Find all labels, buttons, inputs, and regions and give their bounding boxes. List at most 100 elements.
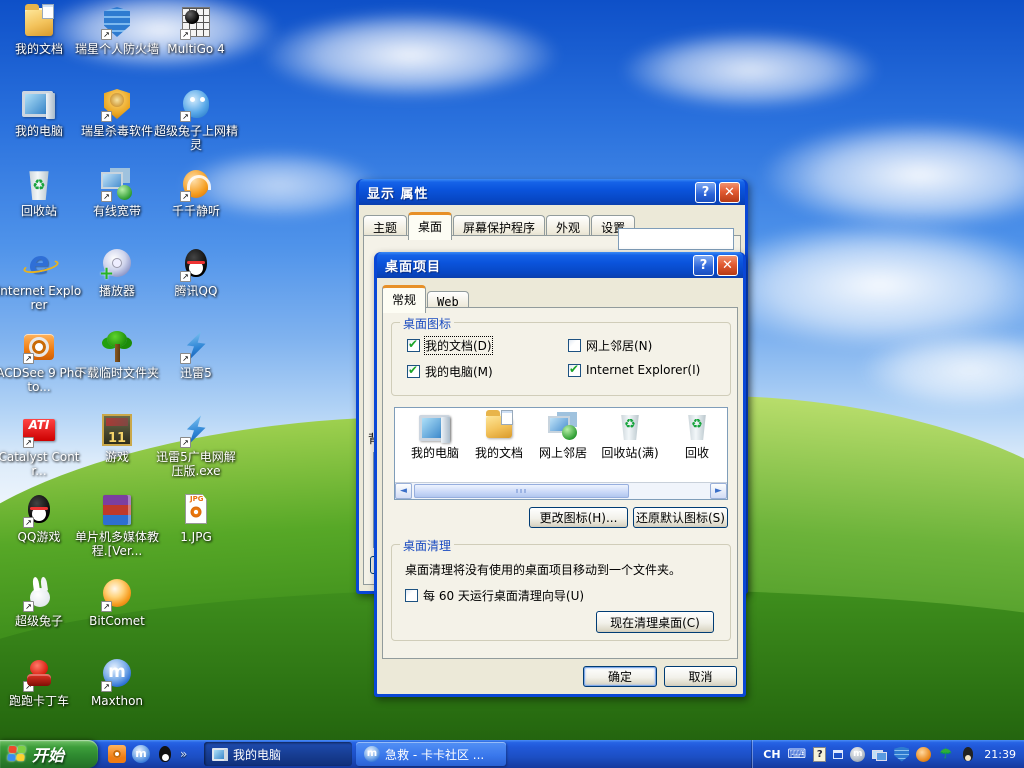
partial-white-box	[618, 228, 734, 250]
desktop-icon-internet-explorer[interactable]: e Internet Explorer	[0, 246, 82, 313]
keyboard-icon[interactable]: ⌨	[788, 747, 807, 762]
desktop-icon-maxthon[interactable]: m ↗ Maxthon	[74, 658, 160, 708]
desktop-icon-super-rabbit-magic[interactable]: ↗ 超级兔子上网精灵	[153, 88, 239, 152]
network-globe-icon	[546, 412, 580, 442]
tray-firewall-icon[interactable]	[894, 746, 910, 762]
change-icon-button[interactable]: 更改图标(H)...	[529, 507, 628, 528]
desktop-icon-recycle-bin[interactable]: ♻ 回收站	[0, 168, 82, 218]
desktop-icon-popkart[interactable]: ↗ 跑跑卡丁车	[0, 658, 82, 708]
cancel-button[interactable]: 取消	[664, 666, 737, 687]
checkbox-run-cleanup-wizard[interactable]: 每 60 天运行桌面清理向导(U)	[405, 587, 584, 604]
maxthon-m-icon: m	[366, 748, 378, 759]
shortcut-arrow-icon: ↗	[180, 191, 191, 202]
language-indicator[interactable]: CH	[763, 748, 780, 761]
quicklaunch-overflow-chevron[interactable]: »	[180, 747, 187, 761]
help-button[interactable]: ?	[695, 181, 716, 203]
desktop-icon-broadband[interactable]: ↗ 有线宽带	[74, 168, 160, 218]
desktop-icon-tencent-qq[interactable]: ↗ 腾讯QQ	[153, 248, 239, 298]
desktop-icon-label: 我的文档	[14, 42, 63, 56]
desktop-icon-rising-firewall[interactable]: ↗ 瑞星个人防火墙	[74, 6, 160, 56]
desktop-icon-1jpg[interactable]: JPG 1.JPG	[153, 494, 239, 544]
desktop-icon-label: Internet Explorer	[0, 284, 82, 312]
windows-flag-icon	[7, 746, 27, 762]
preview-item-recycle-empty[interactable]: ♻ 回收	[665, 412, 727, 461]
jpg-text-icon: JPG	[190, 495, 204, 503]
desktop-icon-ati-catalyst[interactable]: ATI ↗ Catalyst Contr...	[0, 414, 82, 478]
tray-maxthon-icon[interactable]: m	[850, 746, 866, 762]
cleanup-description: 桌面清理将没有使用的桌面项目移动到一个文件夹。	[405, 563, 682, 577]
taskbar-clock[interactable]: 21:39	[984, 748, 1016, 761]
help-button[interactable]: ?	[693, 254, 714, 276]
desktop-icon-games[interactable]: 11 游戏	[74, 414, 160, 464]
desktop-icon-acdsee[interactable]: ↗ ACDSee 9 Photo...	[0, 330, 82, 394]
rabbit-icon: ↗	[21, 578, 57, 612]
system-tray: CH ⌨ ? m ☂ 21:39	[752, 740, 1024, 768]
recycle-glyph-icon: ♻	[32, 176, 46, 194]
checkbox-internet-explorer[interactable]: ✔ Internet Explorer(I)	[568, 362, 700, 377]
tab-desktop[interactable]: 桌面	[408, 212, 453, 240]
preview-item-network-places[interactable]: 网上邻居	[531, 412, 595, 461]
checkbox-my-computer[interactable]: ✔ 我的电脑(M)	[407, 363, 493, 380]
close-button[interactable]: ✕	[717, 254, 738, 276]
desktop-icon-label: 游戏	[104, 450, 129, 464]
desktop-icon-thunder5[interactable]: ↗ 迅雷5	[153, 330, 239, 380]
desktop-icon-label: 1.JPG	[180, 530, 212, 544]
shortcut-arrow-icon: ↗	[101, 601, 112, 612]
desktop-icon-rising-antivirus[interactable]: ↗ 瑞星杀毒软件	[74, 88, 160, 138]
desktop-icon-super-rabbit[interactable]: ↗ 超级兔子	[0, 578, 82, 628]
tray-antivirus-umbrella-icon[interactable]: ☂	[938, 746, 953, 762]
preview-item-my-computer[interactable]: 我的电脑	[403, 412, 467, 461]
language-bar-restore-icon[interactable]	[833, 749, 844, 759]
tray-volume-icon[interactable]	[916, 746, 932, 762]
desktop-icon-label: 腾讯QQ	[174, 284, 218, 298]
icon-preview-row: 我的电脑 我的文档 网上邻居 ♻ 回收站(满) ♻ 回收	[395, 408, 727, 461]
scroll-left-button[interactable]: ◄	[395, 483, 412, 499]
desktop-icon-media-player[interactable]: + 播放器	[74, 248, 160, 298]
shortcut-arrow-icon: ↗	[23, 517, 34, 528]
preview-item-my-documents[interactable]: 我的文档	[467, 410, 531, 461]
start-button[interactable]: 开始	[0, 740, 98, 768]
shortcut-arrow-icon: ↗	[101, 681, 112, 692]
desktop-icon-label: 我的电脑	[14, 124, 63, 138]
desktop-icon-download-temp-folder[interactable]: 下载临时文件夹	[74, 330, 160, 380]
tab-general[interactable]: 常规	[382, 285, 427, 313]
desktop-icon-rar-tutorial[interactable]: 单片机多媒体教程.[Ver...	[74, 494, 160, 558]
scroll-track[interactable]	[412, 483, 710, 499]
close-button[interactable]: ✕	[719, 181, 740, 203]
icon-preview-list[interactable]: 我的电脑 我的文档 网上邻居 ♻ 回收站(满) ♻ 回收 ◄ ►	[394, 407, 728, 500]
checkbox-box: ✔	[407, 337, 420, 352]
quicklaunch-acdsee-icon[interactable]	[108, 745, 126, 763]
desktop-icon-multigo[interactable]: ↗ MultiGo 4	[153, 6, 239, 56]
checkbox-my-documents[interactable]: ✔ 我的文档(D)	[407, 336, 493, 355]
shortcut-arrow-icon: ↗	[180, 271, 191, 282]
desktop-icon-label: 有线宽带	[92, 204, 141, 218]
preview-item-recycle-full[interactable]: ♻ 回收站(满)	[595, 412, 665, 461]
game-11-icon: 11	[107, 431, 127, 446]
desktop-icon-qq-games[interactable]: ↗ QQ游戏	[0, 494, 82, 544]
taskbar-task-my-computer[interactable]: 我的电脑	[204, 742, 352, 766]
desktop-icon-thunder5-exe[interactable]: ↗ 迅雷5广电网解压版.exe	[153, 414, 239, 478]
ok-button[interactable]: 确定	[583, 666, 657, 687]
checkbox-network-places[interactable]: 网上邻居(N)	[568, 337, 652, 354]
taskbar-task-maxthon[interactable]: m 急救 - 卡卡社区 ...	[356, 742, 506, 766]
desktop-icon-my-documents[interactable]: 我的文档	[0, 4, 82, 56]
desktop-items-tabpanel: 桌面图标 ✔ 我的文档(D) 网上邻居(N) ✔ 我的电脑(M) ✔ Inter…	[382, 307, 738, 659]
desktop-icon-label: ACDSee 9 Photo...	[0, 366, 82, 394]
language-help-icon[interactable]: ?	[813, 746, 827, 762]
quicklaunch-qq-icon[interactable]	[156, 745, 174, 763]
scroll-thumb[interactable]	[414, 484, 629, 498]
desktop-icon-bitcomet[interactable]: ↗ BitComet	[74, 578, 160, 628]
scroll-right-button[interactable]: ►	[710, 483, 727, 499]
desktop-icon-label: 下载临时文件夹	[74, 366, 159, 380]
clean-desktop-now-button[interactable]: 现在清理桌面(C)	[596, 611, 714, 633]
quicklaunch-maxthon-icon[interactable]: m	[132, 745, 150, 763]
shortcut-arrow-icon: ↗	[23, 681, 34, 692]
restore-default-icon-button[interactable]: 还原默认图标(S)	[633, 507, 728, 528]
desktop-icon-ttplayer[interactable]: ↗ 千千静听	[153, 168, 239, 218]
tray-qq-pet-icon[interactable]	[960, 746, 975, 762]
quick-launch-bar: m »	[104, 740, 191, 768]
preview-label: 我的电脑	[410, 446, 459, 460]
desktop-icon-my-computer[interactable]: 我的电脑	[0, 88, 82, 138]
tray-network-icon[interactable]	[872, 747, 888, 762]
ie-e-icon: e	[28, 246, 50, 281]
